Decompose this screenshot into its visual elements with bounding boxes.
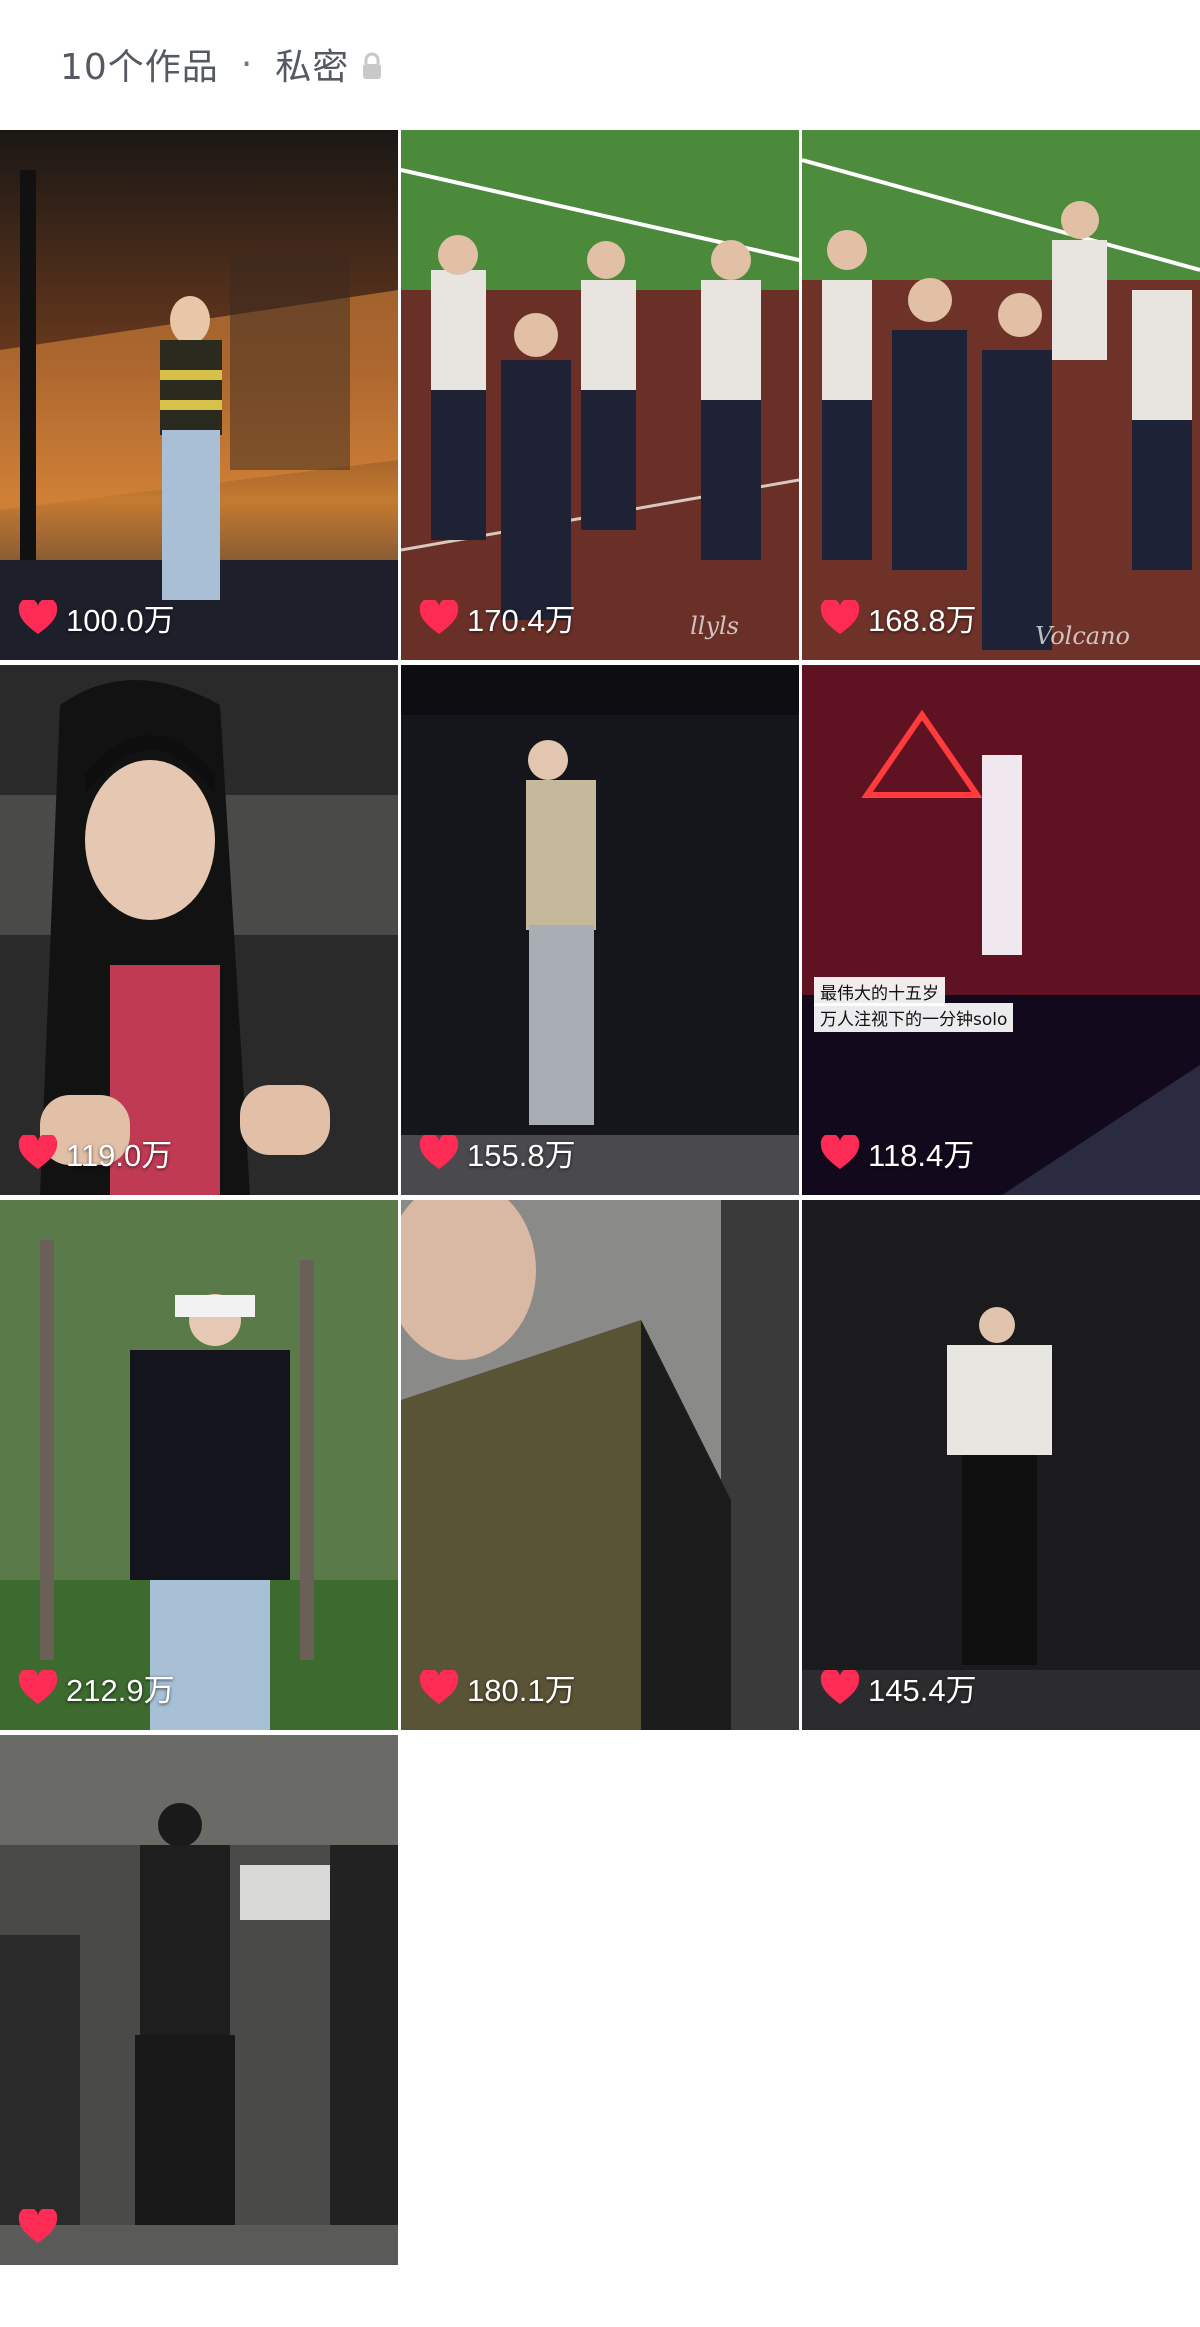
like-count: 100.0万 — [18, 595, 175, 640]
video-thumbnail — [0, 130, 398, 660]
watermark: Volcano — [1035, 622, 1130, 650]
video-thumbnail — [401, 130, 799, 660]
heart-icon — [18, 1134, 58, 1169]
like-count-text: 118.4万 — [868, 1138, 975, 1173]
heart-icon — [419, 599, 459, 634]
heart-icon — [820, 1669, 860, 1704]
video-tile[interactable]: 最伟大的十五岁 万人注视下的一分钟solo 118.4万 — [802, 665, 1200, 1195]
like-count-text: 170.4万 — [467, 603, 576, 638]
like-count-text: 100.0万 — [66, 603, 175, 638]
video-tile[interactable]: 100.0万 — [0, 130, 398, 660]
video-thumbnail — [401, 665, 799, 1195]
like-count: 145.4万 — [820, 1665, 977, 1710]
heart-icon — [18, 599, 58, 634]
heart-icon — [18, 1669, 58, 1704]
video-tile[interactable]: 145.4万 — [802, 1200, 1200, 1730]
like-count-text: 212.9万 — [66, 1673, 175, 1708]
privacy-label: 私密 — [275, 47, 350, 88]
like-count: 119.0万 — [18, 1130, 172, 1175]
heart-icon — [820, 599, 860, 634]
like-count: 212.9万 — [18, 1665, 175, 1710]
video-tile[interactable]: Volcano 168.8万 — [802, 130, 1200, 660]
like-count-text: 180.1万 — [467, 1673, 576, 1708]
video-tile[interactable]: 155.8万 — [401, 665, 799, 1195]
video-caption-line1: 最伟大的十五岁 — [814, 977, 945, 1006]
video-tile[interactable]: 180.1万 — [401, 1200, 799, 1730]
heart-icon — [820, 1134, 860, 1169]
like-count: 118.4万 — [820, 1130, 974, 1175]
video-thumbnail — [802, 1200, 1200, 1730]
video-thumbnail — [802, 665, 1200, 1195]
like-count: 155.8万 — [419, 1130, 576, 1175]
like-count: 168.8万 — [820, 595, 977, 640]
video-thumbnail — [802, 130, 1200, 660]
like-count — [18, 2209, 66, 2245]
heart-icon — [419, 1669, 459, 1704]
video-thumbnail — [0, 1200, 398, 1730]
heart-icon — [18, 2209, 58, 2243]
profile-works-header: 10个作品 · 私密 — [0, 0, 1200, 130]
works-count: 10个作品 — [60, 47, 219, 88]
video-thumbnail — [0, 665, 398, 1195]
video-thumbnail — [401, 1200, 799, 1730]
video-tile[interactable]: 119.0万 — [0, 665, 398, 1195]
video-tile[interactable] — [0, 1735, 398, 2265]
like-count-text: 145.4万 — [868, 1673, 977, 1708]
like-count: 170.4万 — [419, 595, 576, 640]
like-count-text: 155.8万 — [467, 1138, 576, 1173]
like-count-text: 168.8万 — [868, 603, 977, 638]
lock-icon — [363, 52, 382, 79]
video-tile[interactable]: 212.9万 — [0, 1200, 398, 1730]
heart-icon — [419, 1134, 459, 1169]
like-count-text: 119.0万 — [66, 1138, 173, 1173]
video-tile[interactable]: llyls 170.4万 — [401, 130, 799, 660]
watermark: llyls — [690, 612, 739, 640]
works-summary: 10个作品 · 私密 — [60, 38, 383, 90]
video-thumbnail — [0, 1735, 398, 2265]
like-count: 180.1万 — [419, 1665, 576, 1710]
video-caption-line2: 万人注视下的一分钟solo — [814, 1003, 1014, 1032]
separator-dot: · — [240, 43, 254, 85]
